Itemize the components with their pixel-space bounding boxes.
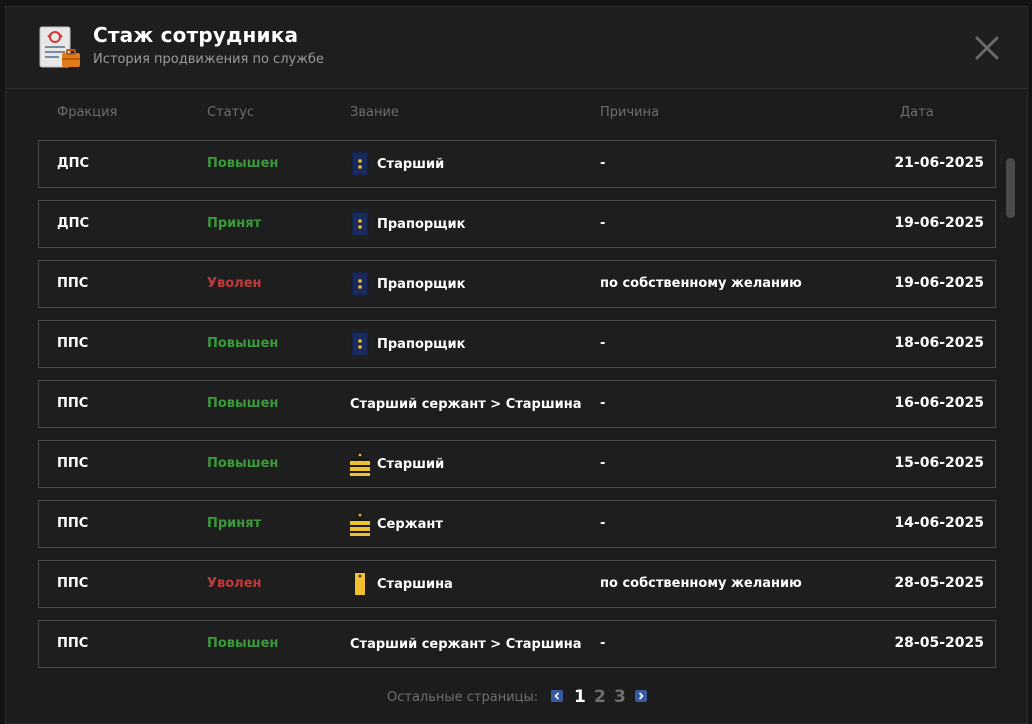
- row-status: Уволен: [207, 276, 262, 291]
- row-date: 21-06-2025: [894, 155, 984, 171]
- row-rank-label: Старший сержант > Старшина: [350, 636, 582, 652]
- page-1-button[interactable]: 1: [574, 687, 586, 707]
- row-rank-label: Старший сержант > Старшина: [350, 396, 582, 412]
- table-row[interactable]: ППС Повышен Старший сержант > Старшина -…: [38, 380, 996, 428]
- row-date: 18-06-2025: [894, 335, 984, 351]
- row-date: 28-05-2025: [894, 635, 984, 651]
- row-date: 19-06-2025: [894, 275, 984, 291]
- row-reason: по собственному желанию: [600, 576, 802, 591]
- yellow-stripes-icon: [350, 512, 370, 536]
- row-faction: ППС: [57, 636, 89, 651]
- pagination: Остальные страницы: 1 2 3: [6, 687, 1027, 711]
- row-rank-label: Сержант: [377, 516, 443, 532]
- row-rank-label: Старшина: [377, 576, 453, 592]
- history-list[interactable]: ДПС Повышен Старший - 21-06-2025 ДПС При…: [38, 140, 996, 668]
- row-status: Уволен: [207, 576, 262, 591]
- row-status: Повышен: [207, 336, 279, 351]
- row-rank: Прапорщик: [350, 331, 466, 357]
- row-rank: Старший сержант > Старшина: [350, 392, 582, 416]
- row-rank-label: Старший: [377, 456, 445, 472]
- row-status: Принят: [207, 516, 262, 531]
- table-row[interactable]: ППС Принят Сержант - 14-06-2025: [38, 500, 996, 548]
- page-title: Стаж сотрудника: [93, 23, 299, 47]
- row-status: Повышен: [207, 156, 279, 171]
- row-reason: по собственному желанию: [600, 276, 802, 291]
- table-row[interactable]: ППС Уволен Прапорщик по собственному жел…: [38, 260, 996, 308]
- row-date: 28-05-2025: [894, 575, 984, 591]
- row-rank: Старший: [350, 452, 444, 476]
- row-rank: Старший: [350, 151, 445, 177]
- row-rank: Прапорщик: [350, 271, 466, 297]
- table-row[interactable]: ДПС Повышен Старший - 21-06-2025: [38, 140, 996, 188]
- row-reason: -: [600, 456, 606, 471]
- seniority-window: Стаж сотрудника История продвижения по с…: [5, 6, 1028, 724]
- row-reason: -: [600, 636, 606, 651]
- row-rank: Прапорщик: [350, 211, 466, 237]
- row-faction: ППС: [57, 576, 89, 591]
- row-date: 16-06-2025: [894, 395, 984, 411]
- blue-stars-icon: [350, 151, 370, 177]
- row-rank-label: Прапорщик: [377, 216, 466, 232]
- row-status: Повышен: [207, 636, 279, 651]
- page-3-button[interactable]: 3: [614, 687, 626, 707]
- table-row[interactable]: ППС Уволен Старшина по собственному жела…: [38, 560, 996, 608]
- row-reason: -: [600, 336, 606, 351]
- column-header-reason: Причина: [600, 105, 660, 120]
- scrollbar-thumb[interactable]: [1006, 158, 1015, 218]
- blue-stars-icon: [350, 211, 370, 237]
- table-row[interactable]: ДПС Принят Прапорщик - 19-06-2025: [38, 200, 996, 248]
- row-rank-label: Прапорщик: [377, 336, 466, 352]
- yellow-bar-icon: [350, 572, 370, 596]
- row-rank-label: Старший: [377, 156, 445, 172]
- row-rank: Старший сержант > Старшина: [350, 632, 582, 656]
- row-date: 14-06-2025: [894, 515, 984, 531]
- row-date: 15-06-2025: [894, 455, 984, 471]
- row-reason: -: [600, 216, 606, 231]
- row-faction: ППС: [57, 516, 89, 531]
- blue-stars-icon: [350, 271, 370, 297]
- table-header: Фракция Статус Звание Причина Дата: [6, 105, 1027, 125]
- table-row[interactable]: ППС Повышен Прапорщик - 18-06-2025: [38, 320, 996, 368]
- row-faction: ППС: [57, 276, 89, 291]
- page-subtitle: История продвижения по службе: [93, 52, 324, 67]
- row-reason: -: [600, 156, 606, 171]
- column-header-rank: Звание: [350, 105, 399, 120]
- row-faction: ППС: [57, 336, 89, 351]
- row-reason: -: [600, 516, 606, 531]
- row-status: Повышен: [207, 456, 279, 471]
- row-rank: Сержант: [350, 512, 443, 536]
- document-briefcase-icon: [39, 26, 80, 68]
- row-rank-label: Прапорщик: [377, 276, 466, 292]
- table-row[interactable]: ППС Повышен Старший - 15-06-2025: [38, 440, 996, 488]
- row-date: 19-06-2025: [894, 215, 984, 231]
- row-rank: Старшина: [350, 572, 453, 596]
- row-faction: ДПС: [57, 216, 89, 231]
- table-row[interactable]: ППС Повышен Старший сержант > Старшина -…: [38, 620, 996, 668]
- column-header-date: Дата: [900, 105, 934, 120]
- row-faction: ППС: [57, 396, 89, 411]
- chevron-right-icon[interactable]: [635, 690, 647, 702]
- chevron-left-icon[interactable]: [551, 690, 563, 702]
- row-faction: ДПС: [57, 156, 89, 171]
- page-2-button[interactable]: 2: [594, 687, 606, 707]
- column-header-faction: Фракция: [57, 105, 118, 120]
- row-status: Повышен: [207, 396, 279, 411]
- row-faction: ППС: [57, 456, 89, 471]
- row-reason: -: [600, 396, 606, 411]
- row-status: Принят: [207, 216, 262, 231]
- close-icon[interactable]: [972, 33, 1002, 63]
- pagination-label: Остальные страницы:: [387, 690, 539, 705]
- column-header-status: Статус: [207, 105, 255, 120]
- window-header: Стаж сотрудника История продвижения по с…: [6, 7, 1027, 89]
- yellow-stripes-icon: [350, 452, 370, 476]
- blue-stars-icon: [350, 331, 370, 357]
